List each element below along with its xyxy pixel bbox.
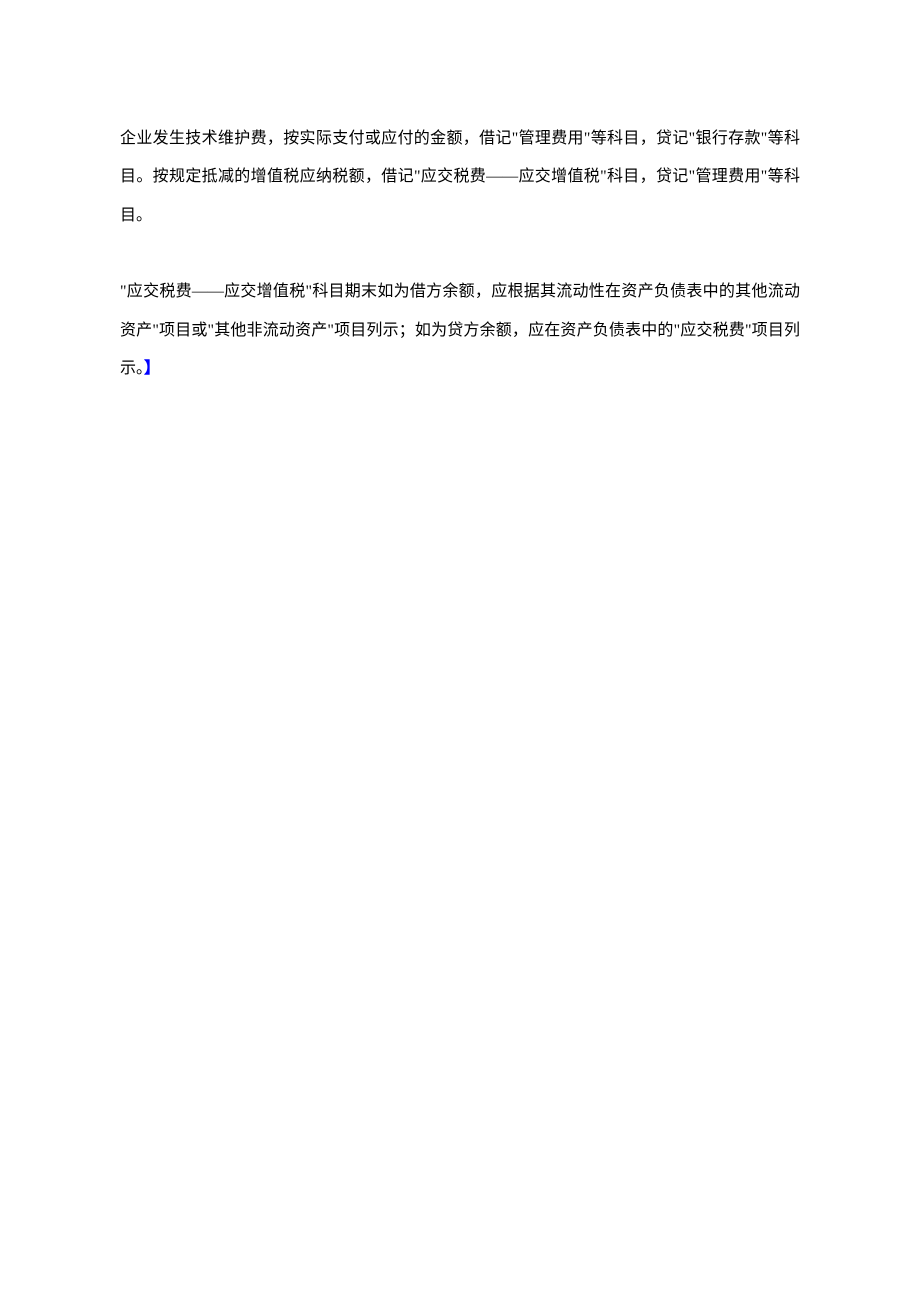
paragraph-1: 企业发生技术维护费，按实际支付或应付的金额，借记"管理费用"等科目，贷记"银行存… (120, 120, 800, 235)
end-bracket-mark: 】 (144, 360, 160, 377)
paragraph-2: "应交税费——应交增值税"科目期末如为借方余额，应根据其流动性在资产负债表中的其… (120, 273, 800, 388)
paragraph-1-text: 企业发生技术维护费，按实际支付或应付的金额，借记"管理费用"等科目，贷记"银行存… (120, 130, 800, 224)
paragraph-2-text: "应交税费——应交增值税"科目期末如为借方余额，应根据其流动性在资产负债表中的其… (120, 283, 800, 377)
